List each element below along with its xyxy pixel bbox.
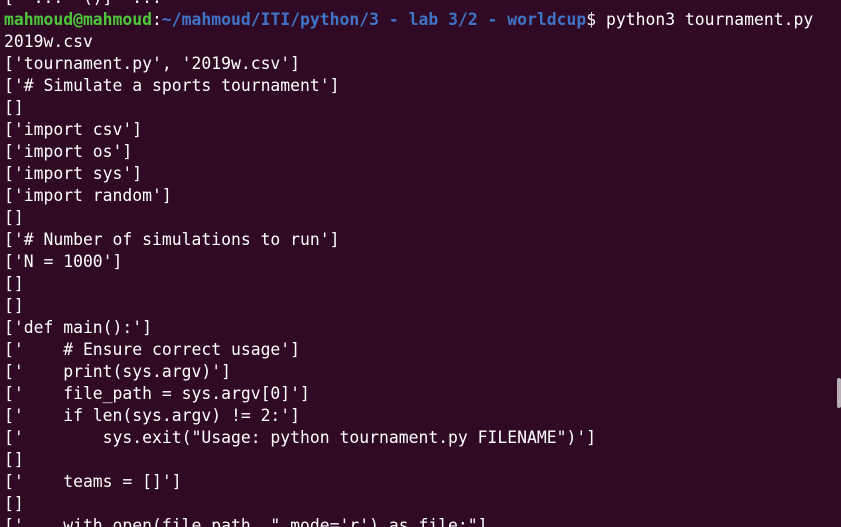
output-line: ['# Simulate a sports tournament']	[4, 76, 340, 95]
output-line: [' print(sys.argv)']	[4, 362, 231, 381]
terminal-output: [ ... ()] ... mahmoud@mahmoud:~/mahmoud/…	[4, 0, 813, 527]
output-line: []	[4, 208, 24, 227]
prompt-cwd: ~/mahmoud/ITI/python/3 - lab 3/2 - world…	[161, 10, 587, 29]
scrollbar-thumb[interactable]	[837, 378, 841, 408]
output-line: 2019w.csv	[4, 32, 93, 51]
prompt-line: mahmoud@mahmoud:~/mahmoud/ITI/python/3 -…	[4, 9, 813, 31]
output-line: []	[4, 98, 24, 117]
terminal-window[interactable]: [ ... ()] ... mahmoud@mahmoud:~/mahmoud/…	[0, 0, 841, 527]
output-line: []	[4, 296, 24, 315]
prompt-command: python3 tournament.py	[605, 10, 814, 29]
output-line: [' sys.exit("Usage: python tournament.py…	[4, 428, 597, 447]
output-line: ['import csv']	[4, 120, 143, 139]
prompt-separator: :	[152, 10, 162, 29]
output-line: [' with open(file_path, "_mode='r') as f…	[4, 516, 488, 527]
output-line: []	[4, 494, 24, 513]
output-line: [' # Ensure correct usage']	[4, 340, 301, 359]
output-line: [' if len(sys.argv) != 2:']	[4, 406, 301, 425]
output-line: ['N = 1000']	[4, 252, 123, 271]
output-line: ['import os']	[4, 142, 133, 161]
output-line: ['import sys']	[4, 164, 143, 183]
output-line: ['tournament.py', '2019w.csv']	[4, 54, 301, 73]
output-line: []	[4, 450, 24, 469]
output-line: [' file_path = sys.argv[0]']	[4, 384, 310, 403]
output-line: [' teams = []']	[4, 472, 182, 491]
output-line: []	[4, 274, 24, 293]
prompt-symbol: $	[586, 10, 606, 29]
cut-off-line: [ ... ()] ...	[4, 0, 813, 9]
output-line: ['import random']	[4, 186, 172, 205]
output-line: ['# Number of simulations to run']	[4, 230, 340, 249]
output-line: ['def main():']	[4, 318, 153, 337]
prompt-user-host: mahmoud@mahmoud	[4, 10, 153, 29]
